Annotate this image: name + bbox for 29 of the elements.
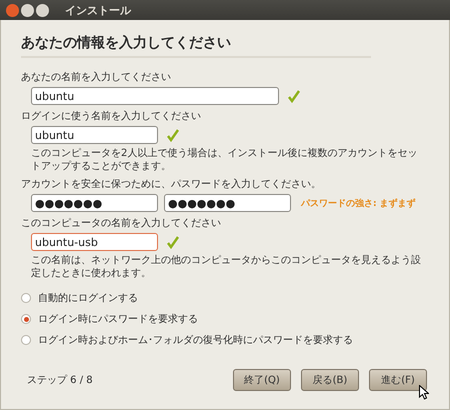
radio-button[interactable] [21, 314, 31, 324]
window-title: インストール [65, 2, 131, 18]
option-label[interactable]: ログイン時およびホーム･フォルダの復号化時にパスワードを要求する [38, 333, 353, 347]
check-icon [166, 235, 180, 249]
radio-button[interactable] [21, 335, 31, 345]
field-label: ログインに使う名前を入力してください [21, 110, 202, 123]
check-icon [166, 128, 180, 142]
dialog-button[interactable]: 戻る(B) [301, 369, 359, 391]
check-icon [287, 89, 301, 103]
field-label: アカウントを安全に保つために、パスワードを入力してください。 [21, 178, 322, 191]
hint-text: この名前は、ネットワーク上の他のコンピュータからこのコンピュータを見えるよう設定したときに使われます。 [31, 254, 422, 280]
password-field[interactable]: ●●●●●●● [164, 194, 291, 212]
strength-text: パスワードの強さ: まずまず [301, 197, 416, 210]
step-indicator: ステップ 6 / 8 [27, 374, 93, 387]
dialog-button[interactable]: 進む(F) [369, 369, 427, 391]
field-label: このコンピュータの名前を入力してください [21, 216, 222, 230]
field-label: あなたの名前を入力してください [21, 70, 172, 84]
option-label[interactable]: ログイン時にパスワードを要求する [38, 312, 198, 326]
close-icon[interactable] [6, 4, 19, 16]
radio-button[interactable] [21, 293, 31, 303]
option-label[interactable]: 自動的にログインする [38, 291, 138, 305]
mouse-pointer-icon [419, 385, 429, 400]
page-heading: あなたの情報を入力してください [21, 34, 371, 58]
login-field[interactable]: ubuntu [31, 126, 158, 144]
computer-name-field[interactable]: ubuntu-usb [31, 233, 158, 251]
password-field[interactable]: ●●●●●●● [31, 194, 158, 212]
name-field[interactable]: ubuntu [31, 87, 279, 105]
dialog-button[interactable]: 終了(Q) [233, 369, 291, 391]
hint-text: このコンピュータを2人以上で使う場合は、インストール後に複数のアカウントをセットアップすることができます。 [31, 147, 418, 173]
